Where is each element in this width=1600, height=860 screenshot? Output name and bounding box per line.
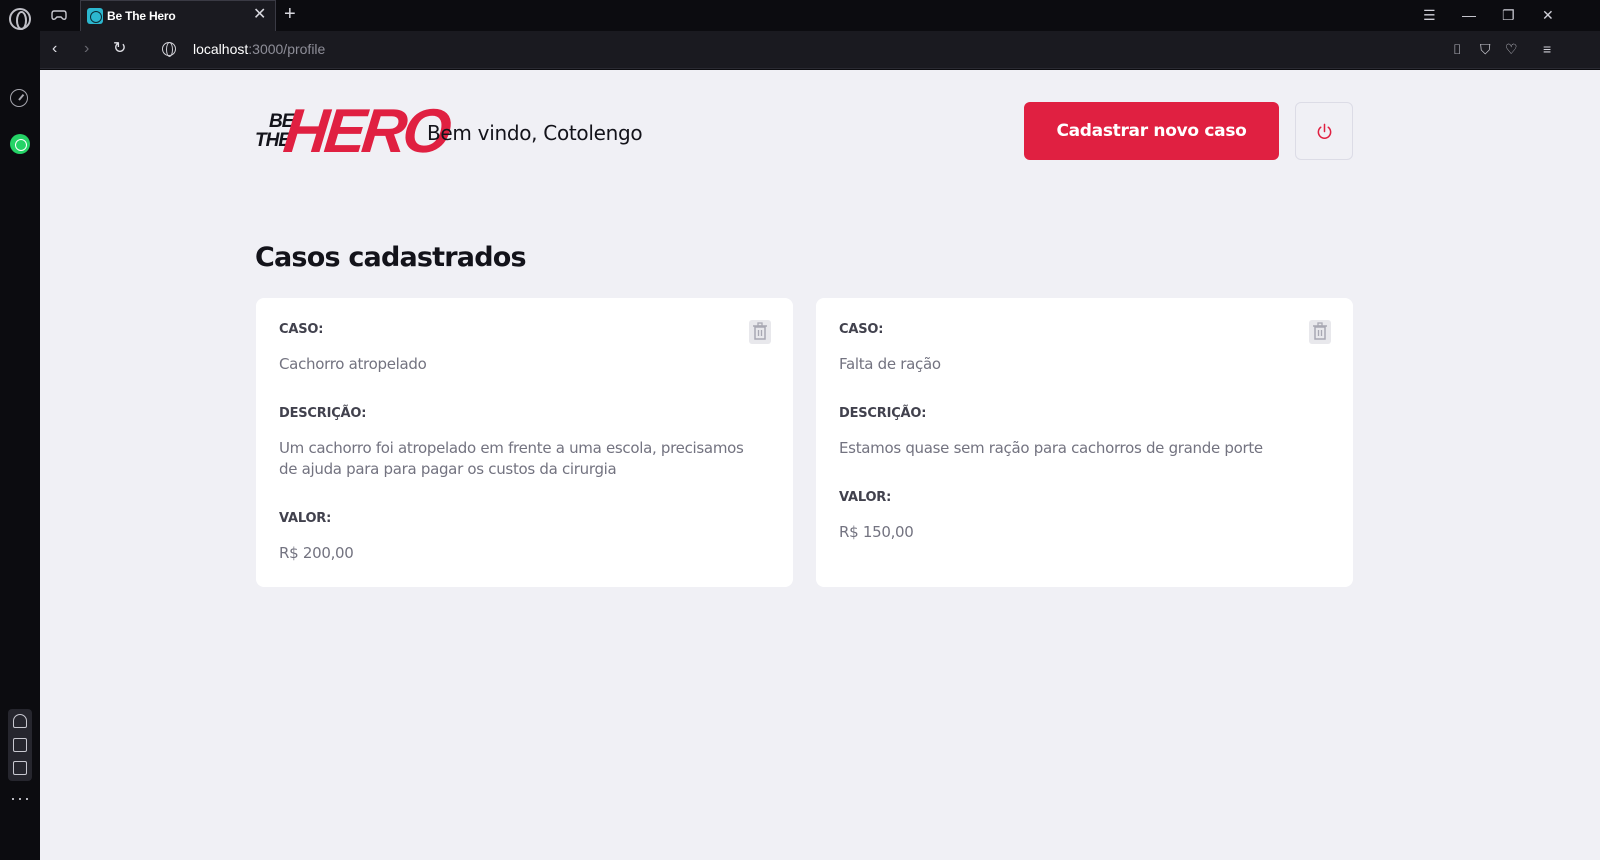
forward-icon[interactable]: › [84, 40, 89, 58]
value-amount: R$ 150,00 [839, 523, 914, 541]
case-label: CASO: [839, 322, 884, 337]
gamepad-icon[interactable] [51, 8, 67, 22]
page-content: BE THE HERO Bem vindo, Cotolengo Cadastr… [40, 70, 1568, 860]
value-label: VALOR: [839, 490, 892, 505]
more-options-icon[interactable]: ··· [10, 789, 31, 807]
speed-dial-icon[interactable] [10, 89, 28, 107]
description-label: DESCRIÇÃO: [839, 406, 927, 421]
heart-icon[interactable]: ♡ [1505, 41, 1518, 57]
react-favicon-icon [87, 8, 103, 24]
url-host: localhost [193, 41, 249, 57]
shield-icon[interactable]: ⛉ [1480, 41, 1491, 57]
network-icon[interactable] [13, 714, 27, 728]
address-bar: ‹ › ↻ localhost:3000/profile ⌷ ⛉ ♡ ≡ [40, 31, 1600, 69]
browser-tabstrip: Be The Hero ✕ + ☰ — ❐ ✕ [0, 0, 1600, 32]
tab-title: Be The Hero [107, 9, 176, 23]
description-label: DESCRIÇÃO: [279, 406, 367, 421]
memory-icon[interactable] [13, 738, 27, 752]
tab-close-icon[interactable]: ✕ [253, 6, 266, 24]
browser-tab-active[interactable]: Be The Hero ✕ [80, 0, 276, 32]
camera-icon[interactable]: ⌷ [1453, 41, 1461, 57]
sidebar-tools-panel [8, 709, 32, 781]
case-label: CASO: [279, 322, 324, 337]
restore-icon[interactable]: ❐ [1502, 6, 1515, 24]
logout-button[interactable] [1295, 102, 1353, 160]
close-window-icon[interactable]: ✕ [1542, 6, 1554, 24]
value-amount: R$ 200,00 [279, 544, 354, 562]
trash-icon[interactable] [1309, 320, 1331, 344]
trash-icon[interactable] [749, 320, 771, 344]
case-value: Cachorro atropelado [279, 355, 427, 373]
description-value: Um cachorro foi atropelado em frente a u… [279, 439, 744, 478]
whatsapp-icon[interactable] [10, 134, 30, 154]
minimize-icon[interactable]: — [1462, 6, 1476, 24]
browser-sidebar: ··· [0, 31, 40, 860]
value-label: VALOR: [279, 511, 332, 526]
description-value: Estamos quase sem ração para cachorros d… [839, 439, 1263, 457]
easy-setup-icon[interactable]: ≡ [1543, 41, 1551, 57]
reload-icon[interactable]: ↻ [113, 40, 126, 58]
tab-menu-icon[interactable]: ☰ [1423, 6, 1436, 24]
case-value: Falta de ração [839, 355, 941, 373]
back-icon[interactable]: ‹ [52, 40, 57, 58]
be-the-hero-logo: BE THE HERO [255, 97, 451, 166]
scrollbar[interactable] [1568, 70, 1600, 860]
logo-text-hero: HERO [280, 97, 451, 166]
page-title: Casos cadastrados [255, 242, 527, 273]
new-case-button[interactable]: Cadastrar novo caso [1024, 102, 1279, 160]
globe-icon [162, 42, 176, 57]
url-field[interactable]: localhost:3000/profile [193, 41, 325, 57]
new-tab-icon[interactable]: + [284, 3, 296, 25]
opera-menu-icon[interactable] [9, 8, 31, 30]
welcome-text: Bem vindo, Cotolengo [427, 121, 643, 145]
cpu-icon[interactable] [13, 761, 27, 775]
case-card: CASO: Cachorro atropelado DESCRIÇÃO: Um … [256, 298, 793, 587]
url-path: :3000/profile [248, 41, 326, 57]
case-card: CASO: Falta de ração DESCRIÇÃO: Estamos … [816, 298, 1353, 587]
power-icon [1317, 123, 1332, 139]
